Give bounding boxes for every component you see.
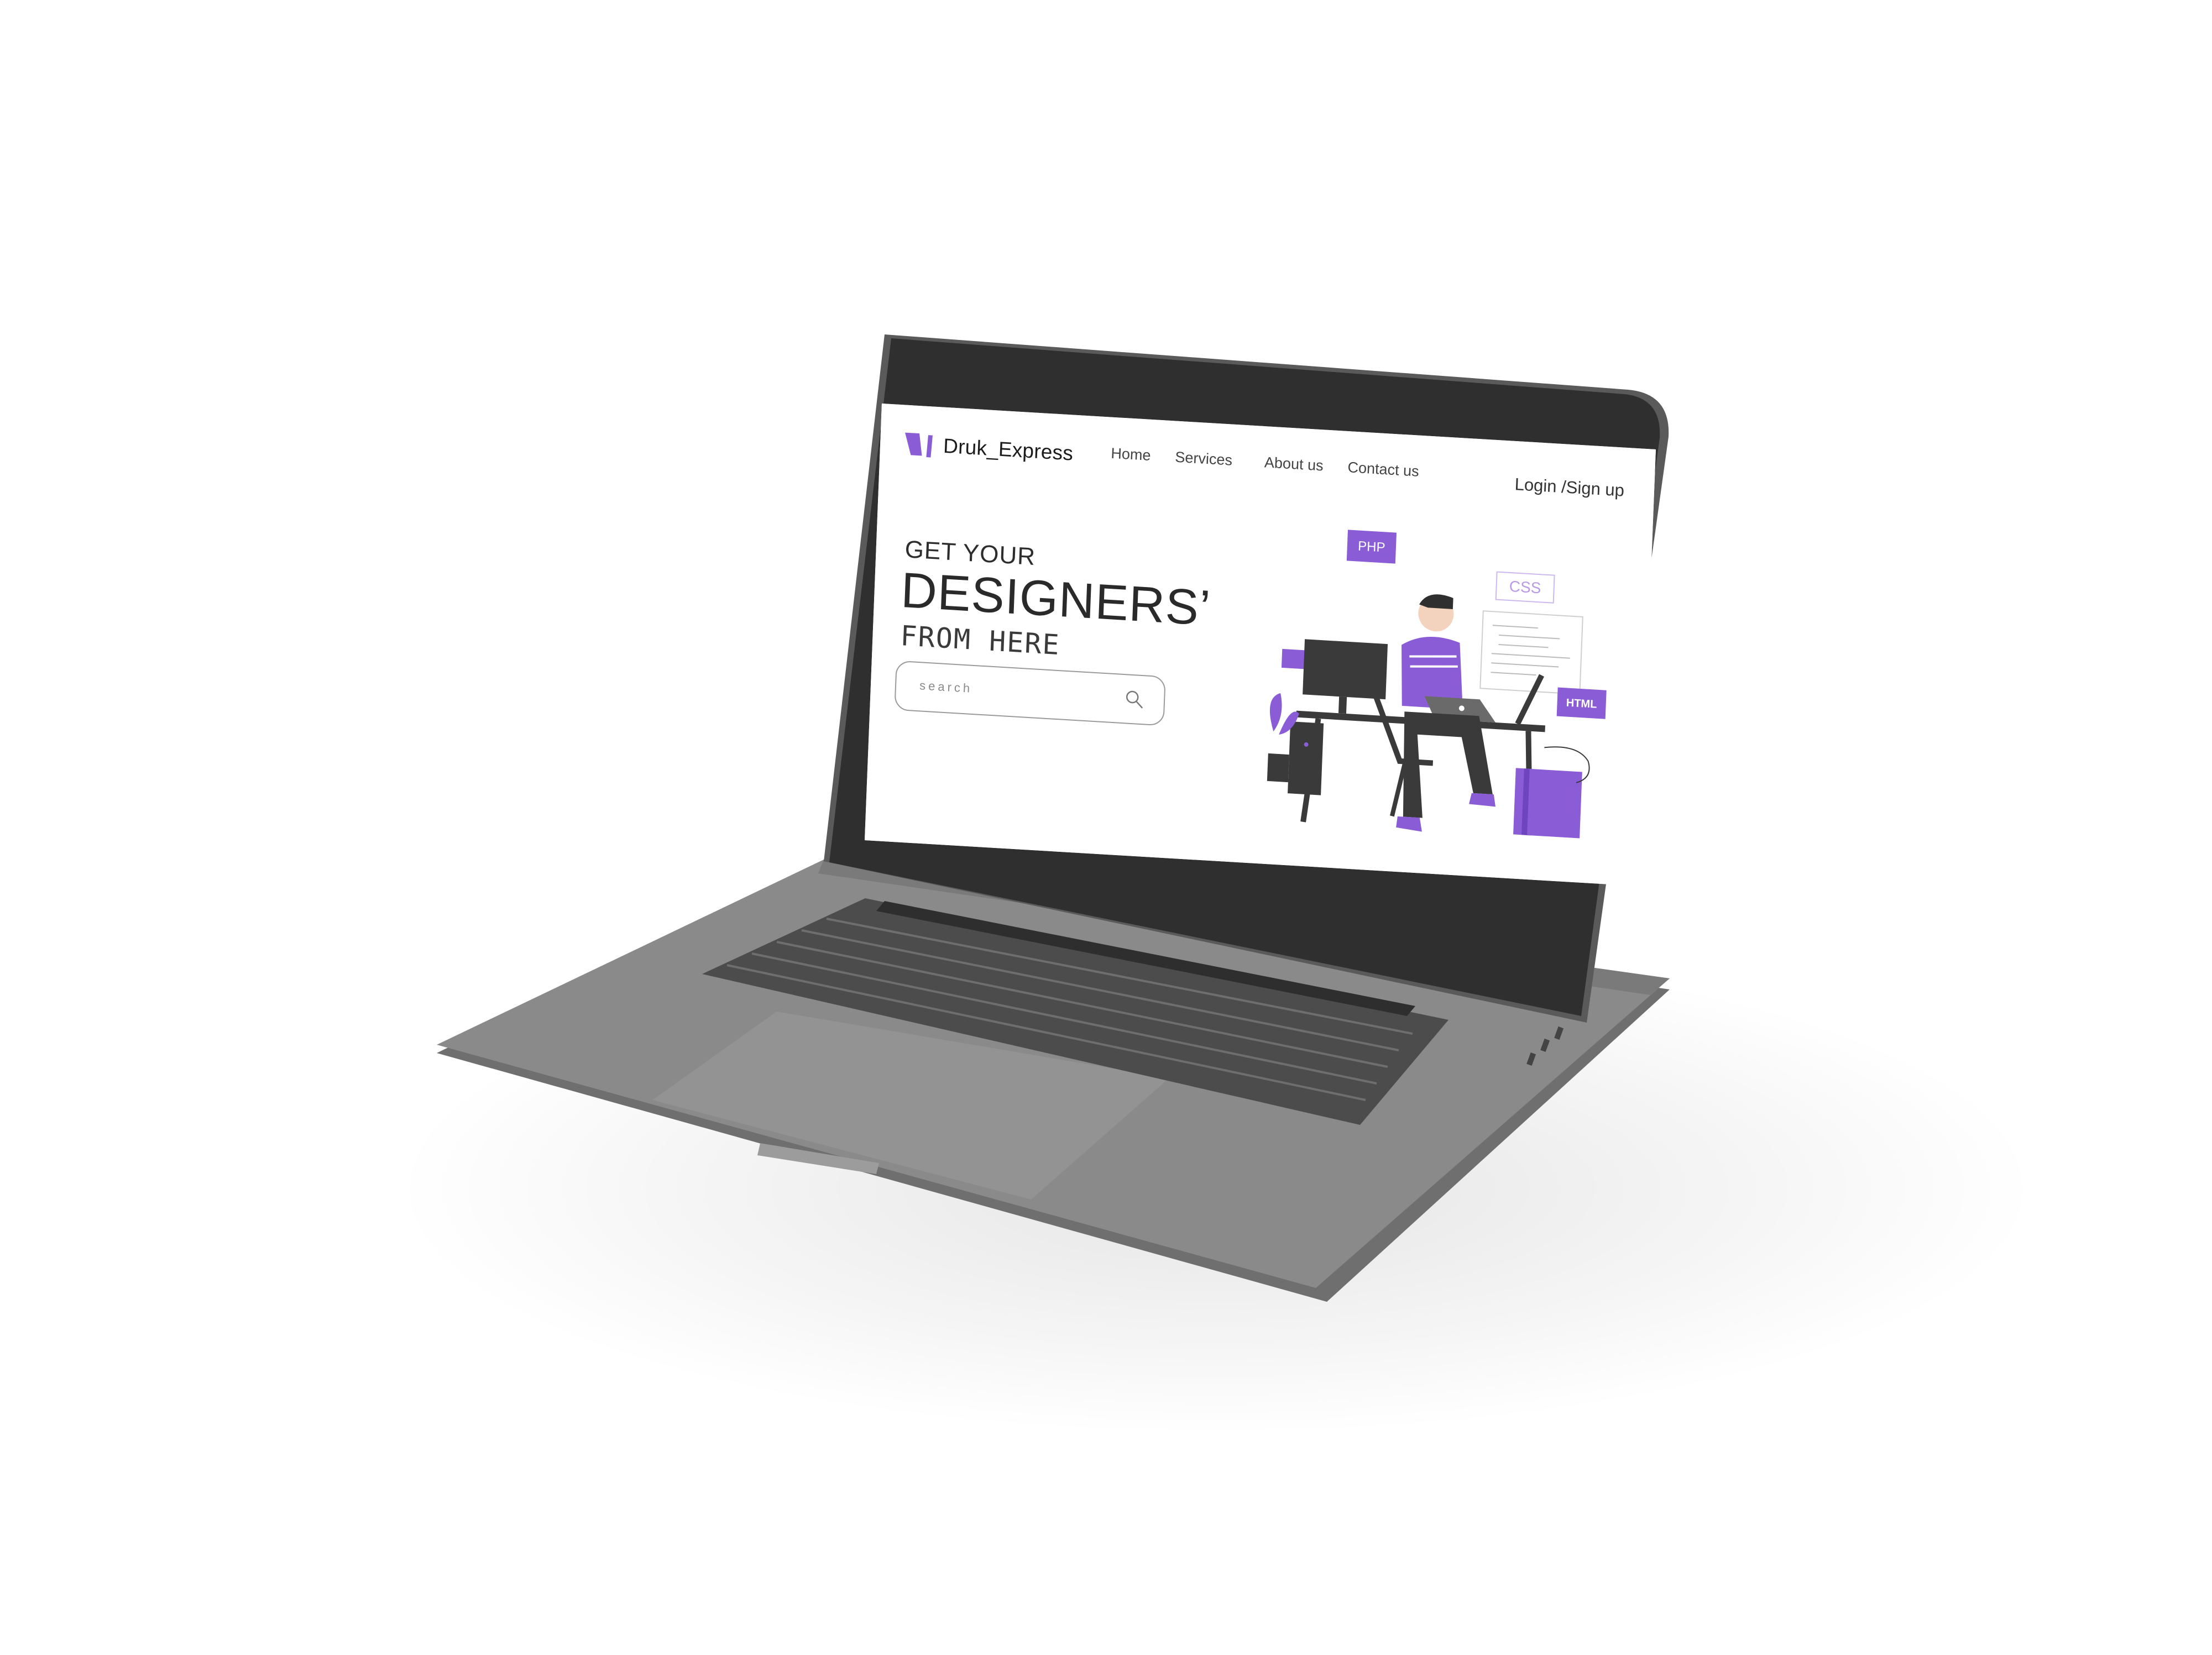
nav-home[interactable]: Home [1111, 445, 1151, 464]
svg-text:PHP: PHP [1358, 539, 1385, 556]
svg-text:CSS: CSS [1509, 578, 1541, 596]
php-tag: PHP [1346, 530, 1397, 564]
main-nav: Home Services About us Contact us [1111, 445, 1444, 482]
svg-text:HTML: HTML [1566, 697, 1597, 711]
search-bar [894, 660, 1166, 726]
developer-illustration: PHP CSS HTML [1252, 521, 1619, 868]
logo-icon [905, 432, 933, 458]
search-icon[interactable] [1125, 689, 1144, 709]
html-tag: HTML [1556, 687, 1607, 719]
nav-about[interactable]: About us [1264, 454, 1324, 474]
login-signup-link[interactable]: Login /Sign up [1514, 474, 1625, 501]
browser-screen: Druk_Express Home Services About us Cont… [864, 404, 1656, 887]
nav-contact[interactable]: Contact us [1347, 459, 1419, 480]
nav-services[interactable]: Services [1175, 449, 1233, 469]
brand-logo[interactable]: Druk_Express [903, 430, 1074, 467]
search-input[interactable] [918, 674, 1120, 709]
css-tag: CSS [1495, 571, 1555, 604]
brand-name: Druk_Express [943, 434, 1074, 465]
